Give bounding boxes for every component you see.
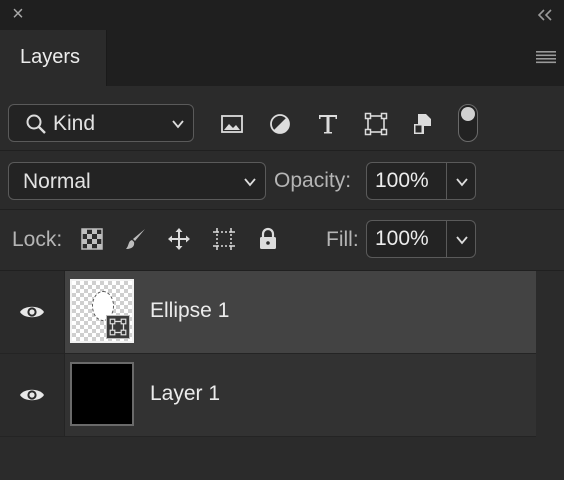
- lock-row: Lock: Fill: 100%: [0, 210, 564, 271]
- fill-label: Fill:: [326, 228, 359, 251]
- divider: [446, 221, 447, 257]
- chevron-down-icon: [172, 120, 184, 129]
- tab-bar: Layers: [0, 30, 564, 86]
- opacity-field[interactable]: 100%: [366, 162, 476, 200]
- panel-menu-icon[interactable]: [536, 50, 556, 64]
- layer-row-layer-1[interactable]: Layer 1: [0, 354, 536, 437]
- opacity-label: Opacity:: [274, 169, 352, 192]
- filter-toggle[interactable]: [458, 104, 478, 142]
- opacity-value[interactable]: 100%: [375, 169, 443, 195]
- layer-thumbnail[interactable]: [70, 362, 134, 426]
- visibility-column: [0, 271, 65, 353]
- layer-name[interactable]: Ellipse 1: [150, 299, 229, 323]
- double-chevron-left-icon[interactable]: [536, 8, 554, 22]
- layers-list: Ellipse 1 Layer 1: [0, 271, 564, 480]
- chevron-down-icon[interactable]: [455, 175, 469, 189]
- blend-mode-select[interactable]: Normal: [8, 162, 266, 200]
- scroll-gutter: [536, 271, 564, 480]
- filter-kind-select[interactable]: Kind: [8, 104, 194, 142]
- lock-position-icon[interactable]: [167, 227, 191, 251]
- layer-row-ellipse-1[interactable]: Ellipse 1: [0, 271, 536, 354]
- lock-artboard-icon[interactable]: [212, 227, 236, 251]
- image-filter-icon[interactable]: [220, 112, 244, 136]
- divider: [446, 163, 447, 199]
- smart-object-filter-icon[interactable]: [412, 112, 436, 136]
- tab-layers-label: Layers: [20, 46, 81, 68]
- chevron-down-icon: [244, 178, 256, 187]
- lock-image-pixels-icon[interactable]: [124, 227, 148, 251]
- panel-titlebar: ×: [0, 0, 564, 30]
- search-icon: [26, 114, 46, 134]
- fill-field[interactable]: 100%: [366, 220, 476, 258]
- lock-all-icon[interactable]: [256, 227, 280, 251]
- blend-row: Normal Opacity: 100%: [0, 151, 564, 210]
- filter-kind-label: Kind: [53, 112, 96, 135]
- fill-value[interactable]: 100%: [375, 227, 443, 253]
- close-icon[interactable]: ×: [8, 4, 28, 24]
- layer-name[interactable]: Layer 1: [150, 382, 220, 406]
- lock-transparent-pixels-icon[interactable]: [80, 227, 104, 251]
- adjustment-filter-icon[interactable]: [268, 112, 292, 136]
- shape-layer-badge-icon: [106, 315, 130, 339]
- filter-row: Kind: [0, 86, 564, 151]
- tab-layers[interactable]: Layers: [0, 30, 107, 86]
- type-filter-icon[interactable]: [316, 112, 340, 136]
- layer-thumbnail[interactable]: [70, 279, 134, 343]
- blend-mode-value: Normal: [23, 170, 91, 193]
- filter-toggle-knob: [461, 107, 475, 121]
- eye-icon[interactable]: [19, 303, 45, 321]
- eye-icon[interactable]: [19, 386, 45, 404]
- chevron-down-icon[interactable]: [455, 233, 469, 247]
- shape-filter-icon[interactable]: [364, 112, 388, 136]
- visibility-column: [0, 354, 65, 436]
- lock-label: Lock:: [12, 228, 63, 251]
